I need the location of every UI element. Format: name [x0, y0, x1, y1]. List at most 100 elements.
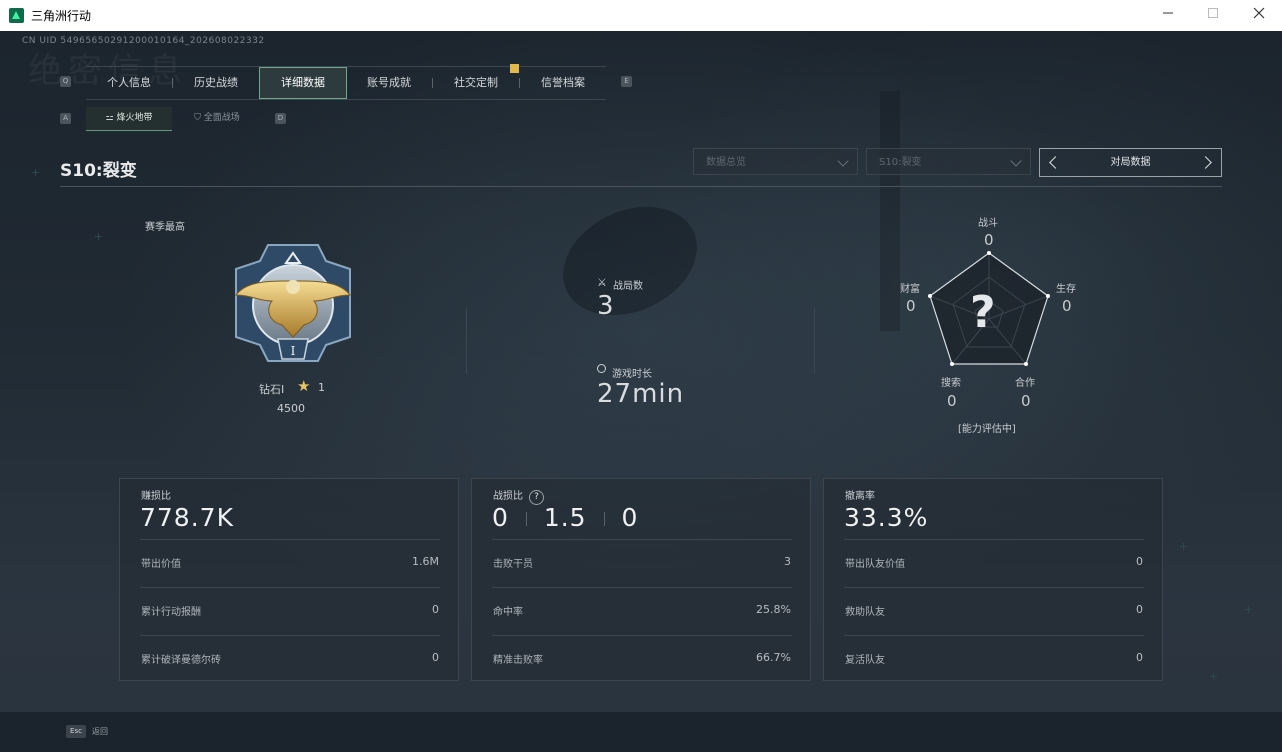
row-value: 0 [1136, 651, 1143, 664]
close-button[interactable] [1236, 0, 1282, 31]
radar-label-survival: 生存 [1056, 284, 1076, 295]
chevron-left-icon[interactable] [1049, 156, 1062, 169]
radar-value-survival: 0 [1062, 297, 1072, 315]
card-divider [140, 635, 440, 636]
bottom-bar [0, 712, 1282, 752]
decor-plus [32, 169, 39, 176]
row-value: 1.6M [412, 555, 439, 568]
row-label: 命中率 [493, 607, 523, 618]
radar-value-search: 0 [947, 392, 957, 410]
section-divider [466, 308, 467, 374]
rank-stars: 1 [318, 381, 325, 394]
clock-icon [597, 364, 606, 373]
flame-zone-icon: ⚍ [105, 113, 117, 123]
row-value: 0 [432, 603, 439, 616]
chevron-down-icon [1010, 155, 1022, 167]
subtab-label: 烽火地带 [116, 113, 153, 123]
row-label: 带出价值 [141, 559, 181, 570]
radar-center-question: ? [970, 287, 996, 338]
card-divider [492, 635, 792, 636]
radar-label-cooperation: 合作 [1015, 378, 1035, 389]
main-tabs: 个人信息 历史战绩 详细数据 账号成就 社交定制 信誉档案 [86, 66, 606, 100]
season-best-label: 赛季最高 [145, 222, 185, 233]
radar-value-combat: 0 [984, 231, 994, 249]
tab-personal-info[interactable]: 个人信息 [86, 67, 172, 99]
minimize-button[interactable] [1145, 0, 1191, 31]
radar-label-wealth: 财富 [900, 284, 920, 295]
key-hint-a[interactable]: A [60, 113, 71, 124]
chevron-right-icon[interactable] [1199, 156, 1212, 169]
app-logo-icon [9, 8, 24, 23]
row-label: 救助队友 [845, 607, 885, 618]
card-label: 赚损比 [141, 491, 171, 502]
play-time-value: 27min [597, 379, 685, 409]
row-label: 累计破译曼德尔砖 [141, 655, 221, 666]
radar-label-search: 搜索 [941, 378, 961, 389]
tab-social-custom[interactable]: 社交定制 [433, 67, 519, 99]
play-time-label: 游戏时长 [612, 369, 652, 380]
card-divider [140, 539, 440, 540]
radar-status: [能力评估中] [958, 424, 1016, 435]
maximize-button[interactable] [1190, 0, 1236, 31]
dropdown-value: S10:裂变 [879, 157, 922, 168]
window-titlebar: 三角洲行动 [0, 0, 1282, 32]
decor-plus [1180, 543, 1187, 550]
row-label: 精准击败率 [493, 655, 543, 666]
matches-value: 3 [597, 291, 615, 321]
close-icon [1253, 7, 1265, 19]
row-value: 0 [432, 651, 439, 664]
season-title: S10:裂变 [60, 161, 137, 181]
game-viewport: 绝密信息 CN UID 54965650291200010164_2026080… [0, 31, 1282, 752]
background-tower [880, 91, 900, 331]
minimize-icon [1163, 12, 1173, 14]
row-label: 累计行动报酬 [141, 607, 201, 618]
value-divider [603, 512, 605, 526]
decor-plus [95, 233, 102, 240]
card-value: 33.3% [844, 503, 929, 532]
window-title: 三角洲行动 [31, 9, 92, 23]
emblem-numeral: I [291, 344, 296, 358]
season-divider [60, 186, 1222, 187]
tab-credit-record[interactable]: 信誉档案 [520, 67, 606, 99]
card-divider [492, 539, 792, 540]
radar-value-wealth: 0 [906, 297, 916, 315]
dropdown-value: 数据总览 [706, 157, 746, 168]
card-divider [492, 587, 792, 588]
card-value: 778.7K [140, 503, 234, 532]
new-badge-icon [510, 64, 519, 73]
tab-achievements[interactable]: 账号成就 [346, 67, 432, 99]
kd-left-value: 0 [492, 503, 509, 532]
mode-switcher-label: 对局数据 [1110, 157, 1151, 168]
matches-label: 战局数 [613, 281, 643, 292]
card-label: 撤离率 [845, 491, 875, 502]
radar-label-combat: 战斗 [978, 218, 998, 229]
key-hint-q[interactable]: Q [60, 76, 71, 87]
tab-match-history[interactable]: 历史战绩 [173, 67, 259, 99]
profit-loss-card: 赚损比 778.7K 带出价值 1.6M 累计行动报酬 0 累计破译曼德尔砖 0 [119, 478, 459, 681]
row-label: 击败干员 [493, 559, 533, 570]
key-hint-d[interactable]: D [275, 113, 286, 124]
card-divider [844, 587, 1144, 588]
maximize-icon [1208, 8, 1218, 18]
subtab-battlefield[interactable]: ⛉ 全面战场 [174, 107, 260, 130]
star-icon: ★ [297, 377, 311, 395]
diamond-eagle-emblem-icon: I [234, 244, 352, 362]
esc-key-hint[interactable]: Esc [66, 725, 86, 738]
tab-detailed-data[interactable]: 详细数据 [259, 67, 347, 99]
card-divider [140, 587, 440, 588]
rank-points: 4500 [277, 402, 305, 415]
back-label[interactable]: 返回 [92, 726, 108, 737]
season-dropdown[interactable]: S10:裂变 [866, 148, 1031, 175]
data-overview-dropdown[interactable]: 数据总览 [693, 148, 858, 175]
card-label-text: 战损比 [493, 491, 523, 502]
section-divider [814, 308, 815, 374]
kd-values: 0 1.5 0 [492, 503, 638, 532]
extraction-rate-card: 撤离率 33.3% 带出队友价值 0 救助队友 0 复活队友 0 [823, 478, 1163, 681]
subtab-flame-zone[interactable]: ⚍ 烽火地带 [86, 107, 172, 131]
key-hint-e[interactable]: E [621, 76, 632, 87]
radar-value-cooperation: 0 [1021, 392, 1031, 410]
card-divider [844, 539, 1144, 540]
value-divider [525, 512, 527, 526]
subtab-label: 全面战场 [203, 113, 240, 123]
row-value: 25.8% [756, 603, 791, 616]
